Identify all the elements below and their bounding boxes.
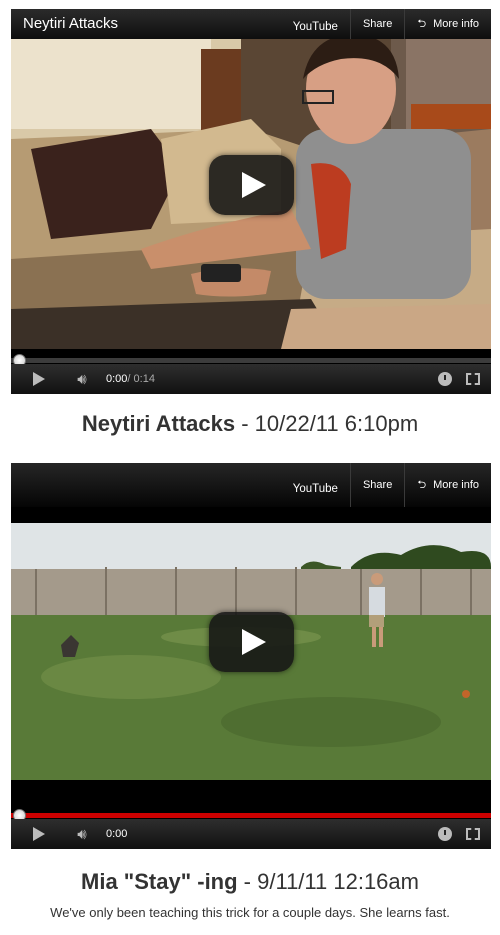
clock-icon[interactable] (435, 364, 455, 394)
current-time: 0:00 (106, 373, 128, 385)
video-caption-1: Neytiri Attacks - 10/22/11 6:10pm (0, 411, 500, 437)
control-bar: 🔊︎ 0:00 / 0:14 (11, 364, 491, 394)
play-pause-button[interactable] (27, 819, 51, 849)
volume-icon[interactable]: 🔊︎ (69, 819, 95, 849)
caption-date: - 10/22/11 6:10pm (235, 411, 419, 436)
progress-track[interactable] (11, 358, 491, 363)
progress-track[interactable] (11, 813, 491, 818)
control-bar: 🔊︎ 0:00 (11, 819, 491, 849)
youtube-button[interactable]: YouTube (281, 9, 350, 39)
time-display: 0:00 (106, 819, 127, 849)
play-icon[interactable] (209, 612, 294, 672)
caption-title: Mia "Stay" -ing (81, 869, 238, 894)
play-icon[interactable] (209, 155, 294, 215)
current-time: 0:00 (106, 828, 128, 840)
youtube-button[interactable]: YouTube (281, 463, 350, 507)
fullscreen-icon[interactable] (463, 364, 483, 394)
more-info-button[interactable]: ⮌ More info (404, 463, 491, 507)
time-display: 0:00 / 0:14 (106, 364, 155, 394)
clock-icon[interactable] (435, 819, 455, 849)
video-caption-2: Mia "Stay" -ing - 9/11/11 12:16am (0, 869, 500, 895)
more-info-icon: ⮌ (417, 478, 427, 491)
video-player-1[interactable]: Neytiri Attacks YouTube Share ⮌ More inf… (11, 9, 491, 394)
video-title-bar: Neytiri Attacks YouTube Share ⮌ More inf… (11, 9, 491, 39)
top-buttons: YouTube Share ⮌ More info (281, 463, 491, 507)
video-title-bar: YouTube Share ⮌ More info (11, 463, 491, 507)
caption-date: - 9/11/11 12:16am (237, 869, 419, 894)
share-button[interactable]: Share (349, 9, 404, 39)
caption-title: Neytiri Attacks (81, 411, 236, 436)
more-info-icon: ⮌ (417, 17, 427, 30)
more-info-button[interactable]: ⮌ More info (404, 9, 491, 39)
duration: / 0:14 (127, 373, 155, 385)
video-description: We've only been teaching this trick for … (50, 905, 450, 920)
more-info-label: More info (433, 18, 479, 30)
video-title[interactable]: Neytiri Attacks (23, 15, 118, 32)
video-player-2[interactable]: YouTube Share ⮌ More info 🔊︎ 0:00 (11, 463, 491, 849)
more-info-label: More info (433, 479, 479, 491)
share-button[interactable]: Share (349, 463, 404, 507)
play-pause-button[interactable] (27, 364, 51, 394)
top-buttons: YouTube Share ⮌ More info (281, 9, 491, 39)
fullscreen-icon[interactable] (463, 819, 483, 849)
volume-icon[interactable]: 🔊︎ (69, 364, 95, 394)
